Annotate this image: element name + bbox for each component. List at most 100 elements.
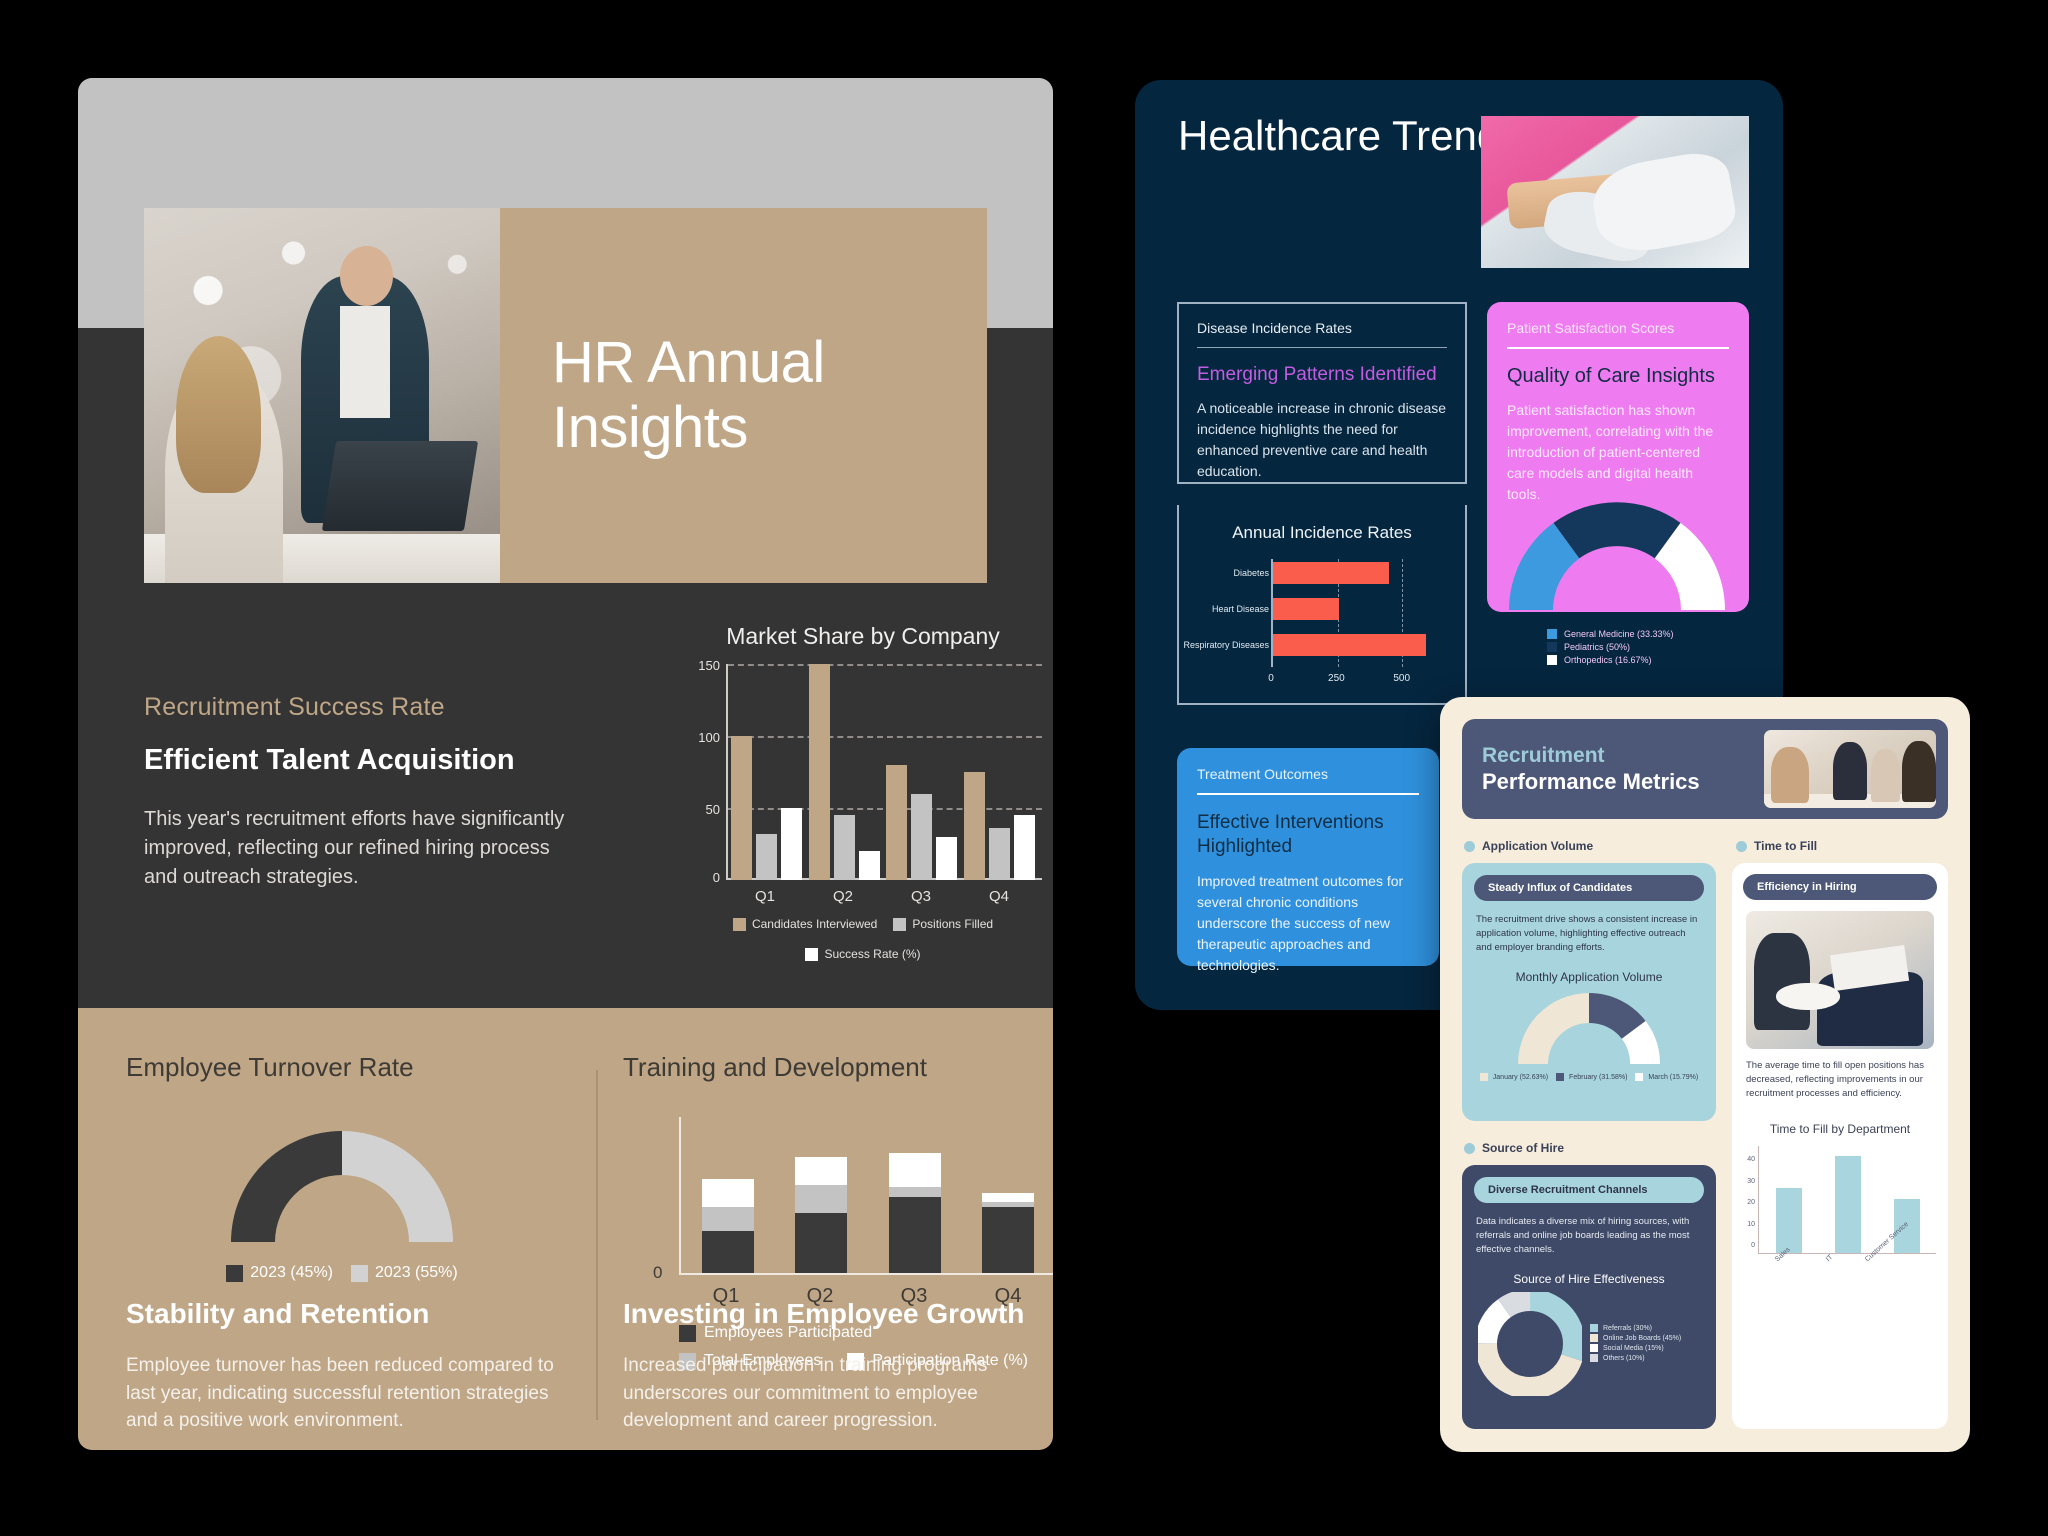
legend-item: Candidates Interviewed xyxy=(732,917,877,931)
legend-item: Social Media (15%) xyxy=(1590,1344,1681,1353)
hero-photo-bloodtest xyxy=(1481,116,1749,268)
hero-photo-team xyxy=(144,208,500,583)
chart-source-of-hire: Referrals (30%) Online Job Boards (45%) … xyxy=(1462,1286,1716,1397)
footer-right: Investing in Employee Growth Increased p… xyxy=(623,1298,1053,1435)
x-tick: 0 xyxy=(1268,673,1274,684)
card-heading: Effective Interventions Highlighted xyxy=(1197,812,1384,857)
bar-row-respiratory: Respiratory Diseases xyxy=(1183,631,1443,659)
legend-swatch-icon xyxy=(351,1264,368,1282)
stack-q4 xyxy=(982,1193,1035,1273)
chart-legend: January (52.63%) February (31.58%) March… xyxy=(1462,1073,1716,1083)
card-patient-satisfaction[interactable]: Patient Satisfaction Scores Quality of C… xyxy=(1487,302,1749,665)
bar-it xyxy=(1834,1156,1861,1254)
turnover-title: Employee Turnover Rate xyxy=(126,1052,414,1082)
section-eyebrow: Recruitment Success Rate xyxy=(144,693,445,721)
bullet-dot-icon xyxy=(1464,1142,1475,1154)
legend-item: February (31.58%) xyxy=(1556,1073,1627,1082)
card-source-of-hire[interactable]: Diverse Recruitment Channels Data indica… xyxy=(1462,1165,1716,1429)
chart-plot-area: 40 30 20 10 0 xyxy=(1747,1146,1936,1255)
slide-hr-annual-insights[interactable]: HR Annual Insights Recruitment Success R… xyxy=(78,78,1053,1450)
footer-heading: Investing in Employee Growth xyxy=(623,1298,1025,1329)
legend-swatch-icon xyxy=(1547,642,1557,652)
card-kicker: Emerging Patterns Identified xyxy=(1197,364,1437,385)
legend-label: 2023 (45%) xyxy=(250,1264,333,1281)
section-heading: Efficient Talent Acquisition xyxy=(144,744,515,776)
gauge-half-donut xyxy=(213,1113,471,1242)
y-tick: 100 xyxy=(698,730,720,745)
chart-legend: Referrals (30%) Online Job Boards (45%) … xyxy=(1590,1324,1681,1364)
legend-item: 2023 (45%) xyxy=(226,1264,333,1282)
y-tick: 40 xyxy=(1747,1156,1755,1164)
bar-group-q2 xyxy=(808,664,880,880)
y-tick: Heart Disease xyxy=(1211,604,1269,614)
x-tick: IT xyxy=(1824,1254,1835,1264)
section-label-text: Time to Fill xyxy=(1754,839,1818,853)
card-time-to-fill[interactable]: Efficiency in Hiring The average time to… xyxy=(1732,863,1948,1429)
legend-swatch-icon xyxy=(805,947,819,961)
y-tick: 150 xyxy=(698,658,720,673)
card-photo-interview xyxy=(1746,911,1934,1049)
chart-title: Time to Fill by Department xyxy=(1769,1122,1911,1137)
section-body: This year's recruitment efforts have sig… xyxy=(144,808,565,888)
legend-label: Online Job Boards (45%) xyxy=(1603,1334,1682,1342)
section-label-text: Application Volume xyxy=(1482,839,1594,853)
legend-label: Success Rate (%) xyxy=(824,947,921,961)
recruitment-text-block: Recruitment Success Rate Efficient Talen… xyxy=(144,693,584,892)
header-photo-meeting xyxy=(1764,730,1936,808)
card-application-volume[interactable]: Steady Influx of Candidates The recruitm… xyxy=(1462,863,1716,1121)
card-label: Treatment Outcomes xyxy=(1197,766,1328,782)
footer-heading: Stability and Retention xyxy=(126,1298,430,1329)
chart-time-to-fill-by-department: 40 30 20 10 0 Sales IT Customer Service xyxy=(1732,1146,1948,1265)
legend-label: March (15.79%) xyxy=(1648,1073,1699,1081)
chart-title: Market Share by Company xyxy=(726,623,1000,649)
legend-item: Success Rate (%) xyxy=(805,947,921,961)
card-text: The recruitment drive shows a consistent… xyxy=(1476,914,1698,953)
card-pill: Steady Influx of Candidates xyxy=(1474,875,1704,901)
bar-sales xyxy=(1775,1188,1802,1254)
card-pill: Diverse Recruitment Channels xyxy=(1474,1177,1704,1203)
slide1-middle-section: Recruitment Success Rate Efficient Talen… xyxy=(78,583,1053,1008)
legend-swatch-icon xyxy=(893,917,907,931)
slide1-hero: HR Annual Insights xyxy=(144,208,987,583)
section-label-text: Source of Hire xyxy=(1482,1141,1565,1155)
y-tick: Diabetes xyxy=(1233,568,1269,578)
x-tick: Q4 xyxy=(988,888,1009,905)
legend-swatch-icon xyxy=(1590,1324,1598,1333)
slide-recruitment-performance[interactable]: Recruitment Performance Metrics Applicat… xyxy=(1440,697,1970,1452)
card-disease-incidence[interactable]: Disease Incidence Rates Emerging Pattern… xyxy=(1177,302,1467,484)
legend-swatch-icon xyxy=(1635,1073,1644,1082)
legend-swatch-icon xyxy=(1547,655,1557,665)
y-tick: 0 xyxy=(1751,1242,1755,1250)
bar-group-q4 xyxy=(963,664,1035,880)
stack-q2 xyxy=(795,1157,848,1273)
legend-item: Online Job Boards (45%) xyxy=(1590,1334,1682,1343)
y-tick: Respiratory Diseases xyxy=(1183,640,1269,650)
section-label-source-of-hire: Source of Hire xyxy=(1464,1141,1564,1155)
y-tick: 0 xyxy=(653,1263,663,1282)
footer-body: Increased participation in training prog… xyxy=(623,1355,988,1432)
legend-item: Others (10%) xyxy=(1590,1354,1681,1363)
card-text: The average time to fill open positions … xyxy=(1746,1060,1924,1099)
y-tick: 50 xyxy=(705,802,720,817)
footer-left: Stability and Retention Employee turnove… xyxy=(126,1298,558,1435)
footer-body: Employee turnover has been reduced compa… xyxy=(126,1355,554,1432)
turnover-column: Employee Turnover Rate 2023 (45%) 2023 (… xyxy=(126,1052,558,1282)
card-heading: Quality of Care Insights xyxy=(1507,365,1715,387)
x-axis-labels: Q1 Q2 Q3 Q4 xyxy=(726,888,1038,905)
bar-group-q3 xyxy=(886,664,958,880)
y-tick: 30 xyxy=(1747,1178,1755,1186)
section-label-application-volume: Application Volume xyxy=(1464,839,1593,853)
y-tick: 10 xyxy=(1747,1221,1755,1229)
card-text: A noticeable increase in chronic disease… xyxy=(1197,400,1447,479)
chart-legend: General Medicine (33.33%) Pediatrics (50… xyxy=(1547,629,1733,665)
bar-row-heart-disease: Heart Disease xyxy=(1212,595,1443,623)
chart-plot-area: Diabetes Heart Disease Respiratory Disea… xyxy=(1183,559,1443,667)
x-tick: 500 xyxy=(1393,673,1411,684)
legend-item: January (52.63%) xyxy=(1479,1073,1548,1082)
card-treatment-outcomes[interactable]: Treatment Outcomes Effective Interventio… xyxy=(1177,748,1439,973)
chart-title: Annual Incidence Rates xyxy=(1232,523,1412,542)
card-text: Data indicates a diverse mix of hiring s… xyxy=(1476,1216,1690,1255)
slide1-bottom-section: Employee Turnover Rate 2023 (45%) 2023 (… xyxy=(78,1008,1053,1450)
x-axis-labels: 0 250 500 xyxy=(1268,673,1443,689)
card-label: Patient Satisfaction Scores xyxy=(1507,320,1675,336)
